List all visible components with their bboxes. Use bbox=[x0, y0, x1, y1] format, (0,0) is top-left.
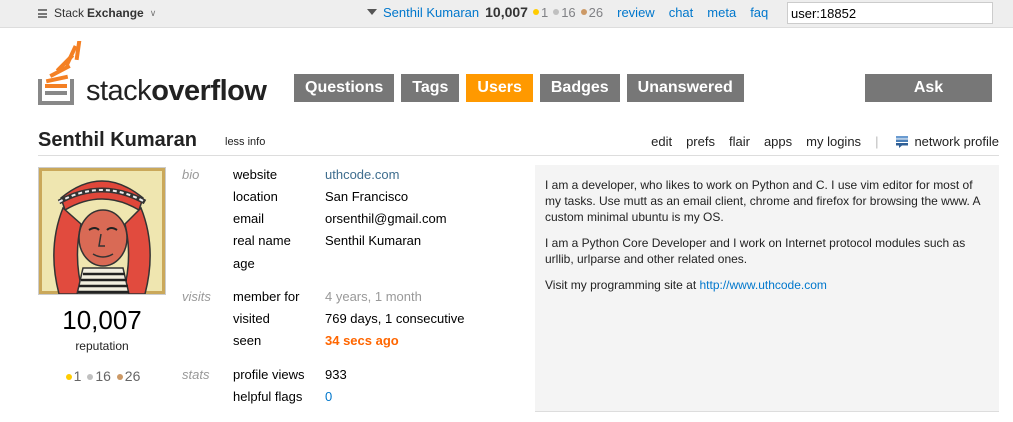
profile-views-value: 933 bbox=[325, 367, 347, 382]
tab-separator: | bbox=[875, 134, 879, 149]
tab-flair[interactable]: flair bbox=[729, 134, 750, 149]
ask-question-button[interactable]: Ask Question bbox=[865, 74, 992, 124]
about-site-link[interactable]: http://www.uthcode.com bbox=[700, 278, 827, 292]
dropdown-triangle-icon[interactable] bbox=[367, 9, 377, 15]
reputation-value: 10,007 bbox=[62, 305, 142, 335]
page-title: Senthil Kumaran bbox=[38, 129, 197, 151]
member-for-label: member for bbox=[233, 289, 300, 304]
less-info-link[interactable]: less info bbox=[225, 136, 265, 148]
tab-network-profile[interactable]: network profile bbox=[914, 134, 999, 149]
logo-bold-text: overflow bbox=[151, 75, 267, 107]
meta-link[interactable]: meta bbox=[707, 5, 736, 20]
seen-label: seen bbox=[233, 333, 262, 348]
profile-badges: 1 16 26 bbox=[38, 368, 166, 384]
user-area: Senthil Kumaran 10,007 1 16 26 review ch… bbox=[367, 4, 768, 20]
visited-value: 769 days, 1 consecutive bbox=[325, 311, 465, 326]
silver-badge-icon bbox=[553, 8, 560, 15]
nav-badges[interactable]: Badges bbox=[539, 74, 620, 102]
network-profile-icon bbox=[896, 135, 909, 148]
real-name-value: Senthil Kumaran bbox=[325, 233, 422, 248]
location-label: location bbox=[233, 189, 278, 204]
gold-badge-count: 1 bbox=[540, 4, 549, 20]
email-label: email bbox=[233, 211, 265, 226]
tab-prefs[interactable]: prefs bbox=[686, 134, 715, 149]
seen-value: 34 secs ago bbox=[325, 333, 399, 348]
website-label: website bbox=[233, 167, 278, 182]
age-label: age bbox=[233, 256, 255, 271]
review-link[interactable]: review bbox=[617, 5, 655, 20]
current-user-link[interactable]: Senthil Kumaran bbox=[383, 5, 479, 20]
bronze-badge-count: 26 bbox=[124, 368, 141, 384]
about-paragraph-1: I am a developer, who likes to work on P… bbox=[545, 178, 980, 224]
about-me-panel: I am a developer, who likes to work on P… bbox=[535, 165, 999, 412]
nav-questions[interactable]: Questions bbox=[294, 74, 395, 102]
chevron-down-icon: ∨ bbox=[149, 7, 157, 18]
brand-bold: Exchange bbox=[87, 6, 144, 20]
profile-subheader: Senthil Kumaran less info edit prefs fla… bbox=[38, 126, 999, 156]
bio-group-label: bio bbox=[182, 167, 200, 182]
bronze-badge-icon bbox=[580, 8, 587, 15]
reputation-label: reputation bbox=[75, 339, 129, 353]
logo-wordmark: stackoverflow bbox=[86, 75, 267, 108]
nav-users[interactable]: Users bbox=[466, 74, 533, 102]
gold-badge-icon bbox=[65, 374, 72, 380]
chat-link[interactable]: chat bbox=[669, 5, 694, 20]
silver-badge-icon bbox=[87, 374, 94, 380]
profile-views-label: profile views bbox=[233, 367, 305, 382]
silver-badge-count: 16 bbox=[561, 4, 576, 20]
nav-tags[interactable]: Tags bbox=[401, 74, 460, 102]
location-value: San Francisco bbox=[325, 189, 409, 204]
stackexchange-menu[interactable]: Stack Exchange ∨ bbox=[38, 6, 156, 20]
silver-badge-count: 16 bbox=[95, 368, 111, 384]
gold-badge-icon bbox=[532, 8, 539, 15]
bronze-badge-icon bbox=[116, 374, 123, 380]
main-nav: Questions Tags Users Badges Unanswered bbox=[294, 74, 744, 102]
gold-badge-count: 1 bbox=[73, 368, 82, 384]
avatar[interactable] bbox=[36, 165, 168, 297]
stats-group-label: stats bbox=[182, 367, 210, 382]
brand-light: Stack bbox=[54, 6, 85, 20]
tab-my-logins[interactable]: my logins bbox=[806, 134, 861, 149]
faq-link[interactable]: faq bbox=[750, 5, 768, 20]
menu-icon bbox=[38, 8, 47, 18]
visited-label: visited bbox=[233, 311, 270, 326]
helpful-flags-value[interactable]: 0 bbox=[325, 389, 332, 404]
profile-tabs: edit prefs flair apps my logins | networ… bbox=[637, 134, 999, 149]
visits-group-label: visits bbox=[182, 289, 211, 304]
top-bar: Stack Exchange ∨ Senthil Kumaran 10,007 1… bbox=[0, 0, 1013, 28]
member-for-value: 4 years, 1 month bbox=[325, 289, 422, 304]
tab-apps[interactable]: apps bbox=[764, 134, 792, 149]
current-user-reputation: 10,007 bbox=[485, 4, 528, 20]
about-paragraph-2: I am a Python Core Developer and I work … bbox=[545, 236, 966, 266]
about-paragraph-3: Visit my programming site at http://www.… bbox=[545, 277, 989, 293]
about-site-text: Visit my programming site at bbox=[545, 278, 700, 292]
email-value: orsenthil@gmail.com bbox=[325, 211, 447, 226]
stackoverflow-logo[interactable]: stackoverflow bbox=[38, 41, 283, 108]
bronze-badge-count: 26 bbox=[588, 4, 604, 20]
search-input[interactable] bbox=[787, 2, 993, 24]
tab-edit[interactable]: edit bbox=[651, 134, 672, 149]
helpful-flags-label: helpful flags bbox=[233, 389, 303, 404]
avatar-image bbox=[36, 165, 168, 297]
website-link[interactable]: uthcode.com bbox=[325, 167, 399, 182]
nav-unanswered[interactable]: Unanswered bbox=[626, 74, 744, 102]
logo-light-text: stack bbox=[86, 75, 152, 107]
stack-logo-icon bbox=[38, 41, 82, 105]
real-name-label: real name bbox=[233, 233, 291, 248]
